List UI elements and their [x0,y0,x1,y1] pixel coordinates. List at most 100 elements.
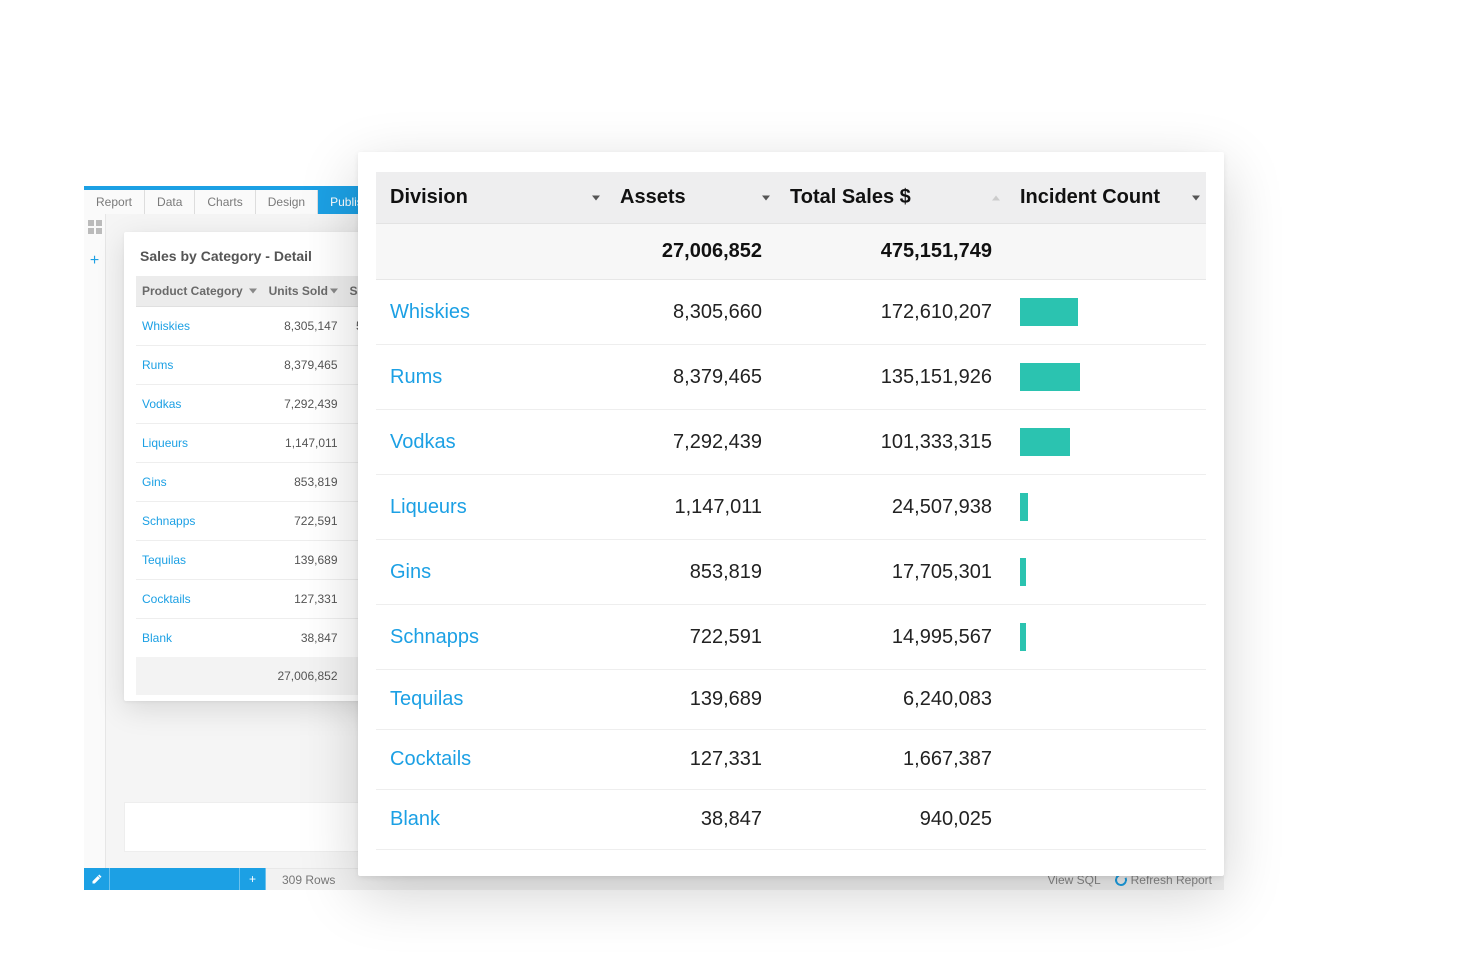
division-link[interactable]: Rums [390,366,442,388]
cell-assets: 139,689 [606,670,776,730]
cell-incident [1006,410,1206,475]
cell-division: Tequilas [376,670,606,730]
table-row: Blank 38,847940,025 [376,790,1206,850]
category-link[interactable]: Gins [142,475,167,489]
cell-total-sales: 940,025 [776,790,1006,850]
cell-assets: 38,847 [606,790,776,850]
sort-caret-icon[interactable] [1192,195,1200,200]
division-link[interactable]: Vodkas [390,431,456,453]
big-total-sales: 475,151,749 [776,224,1006,280]
cell-incident [1006,475,1206,540]
cell-total-sales: 17,705,301 [776,540,1006,605]
add-button[interactable]: + [240,868,266,890]
cell-units: 8,379,465 [263,346,344,385]
cell-incident [1006,670,1206,730]
cell-units: 853,819 [263,463,344,502]
division-link[interactable]: Liqueurs [390,496,467,518]
tab-charts[interactable]: Charts [195,190,255,214]
division-link[interactable]: Cocktails [390,748,471,770]
col-incident-count[interactable]: Incident Count [1006,172,1206,224]
cell-category: Liqueurs [136,424,263,463]
category-link[interactable]: Blank [142,631,172,645]
left-rail: + [84,214,106,868]
cell-division: Schnapps [376,605,606,670]
sort-caret-icon[interactable] [249,289,257,294]
table-row: Vodkas 7,292,439101,333,315 [376,410,1206,475]
incident-bar [1020,623,1026,651]
cell-assets: 127,331 [606,730,776,790]
edit-button[interactable] [84,868,110,890]
cell-division: Cocktails [376,730,606,790]
table-row: Gins 853,81917,705,301 [376,540,1206,605]
cell-units: 7,292,439 [263,385,344,424]
col-label: Units Sold [269,284,328,298]
cell-assets: 853,819 [606,540,776,605]
cell-category: Schnapps [136,502,263,541]
cell-units: 38,847 [263,619,344,658]
category-link[interactable]: Liqueurs [142,436,188,450]
cell-division: Rums [376,345,606,410]
division-link[interactable]: Blank [390,808,440,830]
tab-design[interactable]: Design [256,190,318,214]
cell-incident [1006,790,1206,850]
division-link[interactable]: Whiskies [390,301,470,323]
col-label: Assets [620,186,686,208]
tab-data[interactable]: Data [145,190,195,214]
sort-caret-icon[interactable] [762,195,770,200]
sort-caret-icon[interactable] [592,195,600,200]
incident-bar [1020,363,1080,391]
col-label: Product Category [142,284,243,298]
cell-units: 139,689 [263,541,344,580]
cell-total-sales: 101,333,315 [776,410,1006,475]
cell-category: Gins [136,463,263,502]
cell-category: Blank [136,619,263,658]
big-totals-row: 27,006,852 475,151,749 [376,224,1206,280]
division-link[interactable]: Schnapps [390,626,479,648]
category-link[interactable]: Cocktails [142,592,191,606]
category-link[interactable]: Schnapps [142,514,195,528]
col-units-sold[interactable]: Units Sold [263,276,344,307]
cell-division: Whiskies [376,280,606,345]
cell-assets: 8,379,465 [606,345,776,410]
incident-bar [1020,298,1078,326]
cell-assets: 1,147,011 [606,475,776,540]
table-row: Tequilas 139,6896,240,083 [376,670,1206,730]
tab-report[interactable]: Report [84,190,145,214]
category-link[interactable]: Whiskies [142,319,190,333]
cell-total-sales: 6,240,083 [776,670,1006,730]
col-division[interactable]: Division [376,172,606,224]
cell-division: Liqueurs [376,475,606,540]
division-link[interactable]: Gins [390,561,431,583]
col-assets[interactable]: Assets [606,172,776,224]
category-link[interactable]: Tequilas [142,553,186,567]
sort-caret-up-icon[interactable] [992,195,1000,200]
cell-category: Rums [136,346,263,385]
grid-icon[interactable] [88,220,102,234]
col-product-category[interactable]: Product Category [136,276,263,307]
cell-division: Blank [376,790,606,850]
table-row: Schnapps722,59114,995,567 [376,605,1206,670]
big-total-assets: 27,006,852 [606,224,776,280]
cell-total-sales: 135,151,926 [776,345,1006,410]
cell-total-sales: 24,507,938 [776,475,1006,540]
cell-incident [1006,605,1206,670]
cell-total-sales: 1,667,387 [776,730,1006,790]
cell-division: Gins [376,540,606,605]
add-panel-button[interactable]: + [90,252,99,270]
incident-bar [1020,558,1026,586]
sort-caret-icon[interactable] [330,289,338,294]
division-link[interactable]: Tequilas [390,688,463,710]
col-total-sales[interactable]: Total Sales $ [776,172,1006,224]
cell-units: 1,147,011 [263,424,344,463]
cell-total-sales: 172,610,207 [776,280,1006,345]
big-table: Division Assets Total Sales $ Incident C… [376,172,1206,850]
cell-assets: 8,305,660 [606,280,776,345]
cell-category: Vodkas [136,385,263,424]
category-link[interactable]: Rums [142,358,173,372]
cell-assets: 7,292,439 [606,410,776,475]
table-row: Rums 8,379,465135,151,926 [376,345,1206,410]
category-link[interactable]: Vodkas [142,397,181,411]
small-total-units: 27,006,852 [263,657,344,695]
table-row: Liqueurs 1,147,01124,507,938 [376,475,1206,540]
col-label: Division [390,186,468,208]
